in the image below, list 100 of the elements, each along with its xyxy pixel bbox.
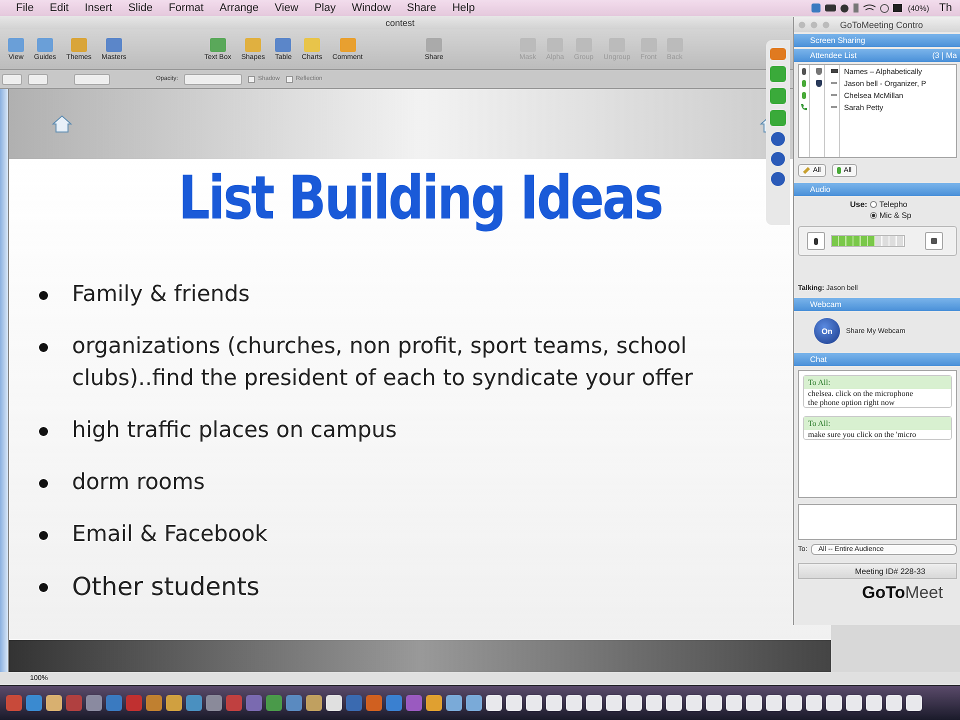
- bullet-text: high traffic places on campus: [72, 417, 397, 445]
- keyboard-icon: [830, 69, 838, 73]
- tool-icon: [106, 38, 122, 52]
- wifi-icon[interactable]: [862, 4, 876, 12]
- pencil-icon: [802, 166, 810, 174]
- menu-item[interactable]: Play: [306, 2, 344, 14]
- menu-item[interactable]: Format: [160, 2, 212, 14]
- display-icon[interactable]: [892, 4, 902, 12]
- menu-item[interactable]: Insert: [76, 2, 120, 14]
- app-icon[interactable]: [606, 695, 622, 711]
- tool-icon: [37, 38, 54, 52]
- menu-item[interactable]: Slide: [120, 2, 161, 14]
- message-recipient: To All:: [804, 417, 951, 430]
- tool-icon: [210, 38, 226, 52]
- bullet-text: dorm rooms: [72, 469, 205, 497]
- tool-icon: [70, 38, 87, 52]
- speaker-button[interactable]: [925, 232, 943, 250]
- tool-icon: [304, 38, 320, 52]
- app-icon[interactable]: [806, 695, 822, 711]
- app-icon[interactable]: [486, 695, 502, 711]
- app-icon[interactable]: [546, 695, 562, 711]
- app-icon[interactable]: [706, 695, 722, 711]
- menu-item[interactable]: Edit: [42, 2, 77, 14]
- bullet-text: Family & friends: [72, 281, 250, 309]
- bullet-text: Other students: [72, 571, 260, 603]
- microphone-button[interactable]: [807, 232, 825, 250]
- message-text: make sure you click on the 'micro: [807, 430, 918, 439]
- app-icon[interactable]: [46, 695, 62, 711]
- circle-icon[interactable]: [771, 172, 785, 186]
- bullet-icon: [39, 291, 48, 300]
- app-icon[interactable]: [466, 695, 482, 711]
- tool-icon: [275, 38, 292, 52]
- menu-item[interactable]: Share: [398, 2, 444, 14]
- app-icon[interactable]: [506, 695, 522, 711]
- section-title: Audio: [810, 185, 830, 194]
- circle-icon[interactable]: [840, 4, 849, 12]
- bullet-icon: [39, 583, 48, 592]
- opacity-field[interactable]: [184, 74, 242, 84]
- menu-item[interactable]: View: [266, 2, 306, 14]
- checkbox[interactable]: [248, 76, 256, 82]
- chat-input-field[interactable]: [798, 504, 957, 540]
- tool-icon: [426, 38, 442, 52]
- clock: Th: [938, 2, 953, 14]
- app-icon[interactable]: [626, 695, 642, 711]
- menu-item[interactable]: File: [8, 2, 42, 14]
- app-status-icon[interactable]: [810, 3, 821, 13]
- radio-button[interactable]: [870, 201, 878, 208]
- use-label: Use:: [850, 200, 868, 211]
- app-icon[interactable]: [426, 695, 442, 711]
- menu-item[interactable]: Window: [344, 2, 399, 14]
- app-icon[interactable]: [786, 695, 802, 711]
- bullet-icon: [39, 531, 48, 540]
- meeting-id: Meeting ID# 228-33: [798, 563, 957, 579]
- bullet-text: Email & Facebook: [72, 521, 268, 549]
- window-title: contest: [385, 18, 415, 28]
- bullet-icon: [39, 343, 48, 352]
- radio-button[interactable]: [870, 212, 878, 219]
- tool-icon: [8, 38, 24, 52]
- app-icon[interactable]: [646, 695, 662, 711]
- section-title: Webcam: [810, 300, 842, 309]
- app-icon[interactable]: [566, 695, 582, 711]
- app-icon[interactable]: [306, 695, 322, 711]
- tool-icon: [340, 38, 356, 52]
- radio-option[interactable]: Telepho: [870, 200, 912, 209]
- bullet-icon: [39, 479, 48, 488]
- battery-percentage: (40%): [906, 4, 930, 12]
- app-icon[interactable]: [446, 695, 462, 711]
- app-icon[interactable]: [746, 695, 762, 711]
- app-icon[interactable]: [586, 695, 602, 711]
- app-icon[interactable]: [526, 695, 542, 711]
- menu-item[interactable]: Help: [444, 2, 483, 14]
- app-icon[interactable]: [866, 695, 882, 711]
- message-text: chelsea. click on the microphone: [807, 389, 914, 398]
- circle-icon[interactable]: [771, 132, 785, 146]
- message-recipient: To All:: [804, 376, 951, 389]
- bullet-icon: [39, 427, 48, 436]
- menu-item[interactable]: Arrange: [212, 2, 267, 14]
- app-icon[interactable]: [686, 695, 702, 711]
- webcam-on-button[interactable]: On: [814, 318, 840, 344]
- gotomeeting-logo: GoToMeet: [861, 583, 944, 603]
- app-icon[interactable]: [666, 695, 682, 711]
- attendee-count: (3 | Ma: [932, 51, 957, 60]
- checkbox[interactable]: [286, 76, 293, 82]
- tool-icon: [245, 38, 262, 52]
- app-icon[interactable]: [766, 695, 782, 711]
- section-title: Attendee List: [810, 51, 857, 60]
- radio-option[interactable]: Mic & Sp: [870, 211, 912, 220]
- circle-icon[interactable]: [771, 152, 785, 166]
- window-title: GoToMeeting Contro: [840, 20, 924, 30]
- app-icon[interactable]: [166, 695, 182, 711]
- app-icon[interactable]: [826, 695, 842, 711]
- app-icon[interactable]: [326, 695, 342, 711]
- app-icon[interactable]: [886, 695, 902, 711]
- app-icon[interactable]: [906, 695, 922, 711]
- app-icon[interactable]: [726, 695, 742, 711]
- slide-title: List Building Ideas: [178, 163, 662, 233]
- bullet-text: organizations (churches, non profit, sport teams, school clubs)..find the president of each to syndicate your offer: [72, 333, 694, 393]
- house-icon: [51, 114, 73, 134]
- message-text: the phone option right now: [807, 398, 896, 407]
- app-icon[interactable]: [846, 695, 862, 711]
